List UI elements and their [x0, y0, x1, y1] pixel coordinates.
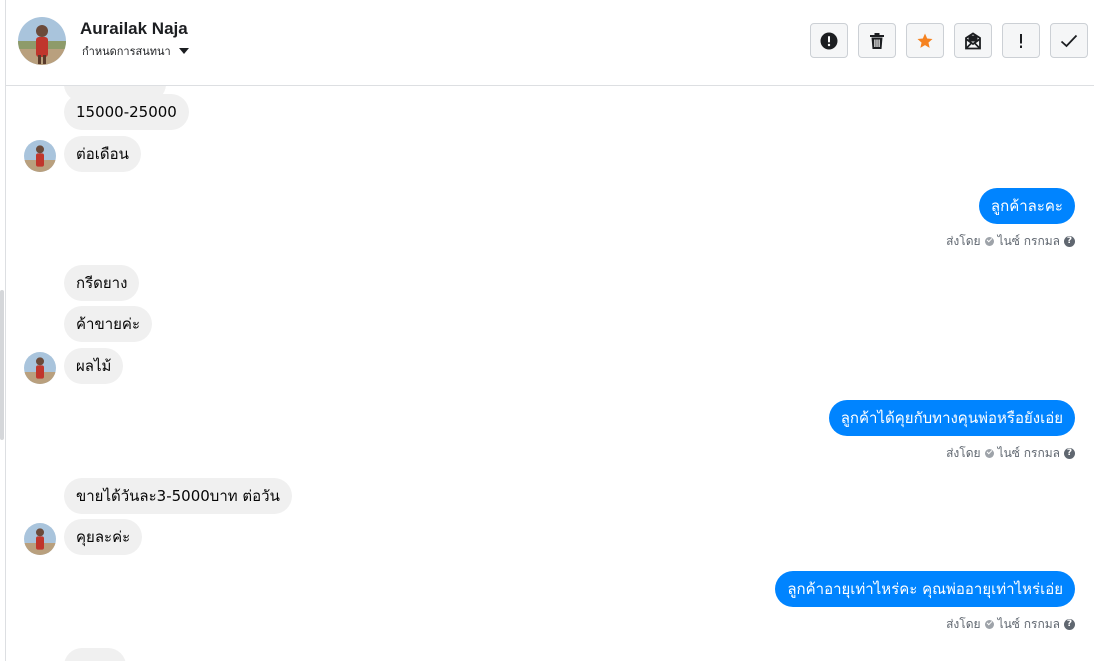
sent-by-label: ส่งโดย: [946, 617, 981, 631]
avatar: [24, 352, 56, 384]
mark-done-button[interactable]: [1050, 23, 1088, 58]
sender-name: ไนซ์ กรกมล: [997, 446, 1060, 460]
sent-by-label: ส่งโดย: [946, 234, 981, 248]
verified-check-icon: [984, 449, 994, 458]
mark-spam-button[interactable]: [810, 23, 848, 58]
star-button[interactable]: [906, 23, 944, 58]
help-icon[interactable]: ?: [1064, 236, 1075, 247]
left-scrollbar[interactable]: [0, 290, 4, 440]
message-bubble-outgoing: ลูกค้าละคะ: [978, 188, 1075, 224]
message-bubble-incoming: 15000-25000: [64, 94, 189, 130]
check-icon: [1060, 34, 1078, 47]
label-dropdown[interactable]: กำหนดการสนทนา: [82, 42, 189, 60]
star-icon: [917, 33, 933, 48]
message-sender-info: ส่งโดย ไนซ์ กรกมล ?: [946, 615, 1075, 634]
message-list[interactable]: 15000-25000 ต่อเดือน ลูกค้าละคะ ส่งโดย ไ…: [6, 86, 1094, 661]
exclamation-circle-icon: [820, 32, 838, 49]
message-bubble-incoming: ผลไม้: [64, 348, 124, 384]
label-dropdown-text: กำหนดการสนทนา: [82, 45, 171, 58]
delete-button[interactable]: [858, 23, 896, 58]
sender-name: ไนซ์ กรกมล: [997, 617, 1060, 631]
sender-name: ไนซ์ กรกมล: [997, 234, 1060, 248]
message-bubble-incoming: ต่อเดือน: [64, 136, 141, 172]
caret-down-icon: [178, 48, 189, 54]
message-bubble-incoming: ค้าขายค่ะ: [64, 306, 153, 342]
message-bubble-outgoing: ลูกค้าอายุเท่าไหร่คะ คุณพ่ออายุเท่าไหร่เ…: [775, 571, 1075, 607]
help-icon[interactable]: ?: [1064, 448, 1075, 459]
mark-unread-button[interactable]: [954, 23, 992, 58]
message-bubble-cut: [64, 648, 126, 661]
avatar: [24, 523, 56, 555]
trash-icon: [870, 32, 884, 49]
message-sender-info: ส่งโดย ไนซ์ กรกมล ?: [946, 444, 1075, 463]
verified-check-icon: [984, 237, 994, 246]
message-bubble-incoming: คุยละค่ะ: [64, 519, 143, 555]
message-bubble-incoming: ขายได้วันละ3-5000บาท ต่อวัน: [64, 478, 292, 514]
contact-name: Aurailak Naja: [80, 19, 188, 38]
help-icon[interactable]: ?: [1064, 619, 1075, 630]
message-bubble-incoming: กรีดยาง: [64, 265, 140, 301]
envelope-icon: [965, 31, 981, 49]
exclamation-icon: [1020, 33, 1022, 48]
message-bubble-outgoing: ลูกค้าได้คุยกับทางคุนพ่อหรือยังเอ่ย: [828, 400, 1075, 436]
sent-by-label: ส่งโดย: [946, 446, 981, 460]
important-button[interactable]: [1002, 23, 1040, 58]
avatar: [24, 140, 56, 172]
avatar[interactable]: [18, 17, 66, 65]
conversation-header: Aurailak Naja กำหนดการสนทนา: [6, 0, 1094, 86]
verified-check-icon: [984, 620, 994, 629]
message-sender-info: ส่งโดย ไนซ์ กรกมล ?: [946, 232, 1075, 251]
